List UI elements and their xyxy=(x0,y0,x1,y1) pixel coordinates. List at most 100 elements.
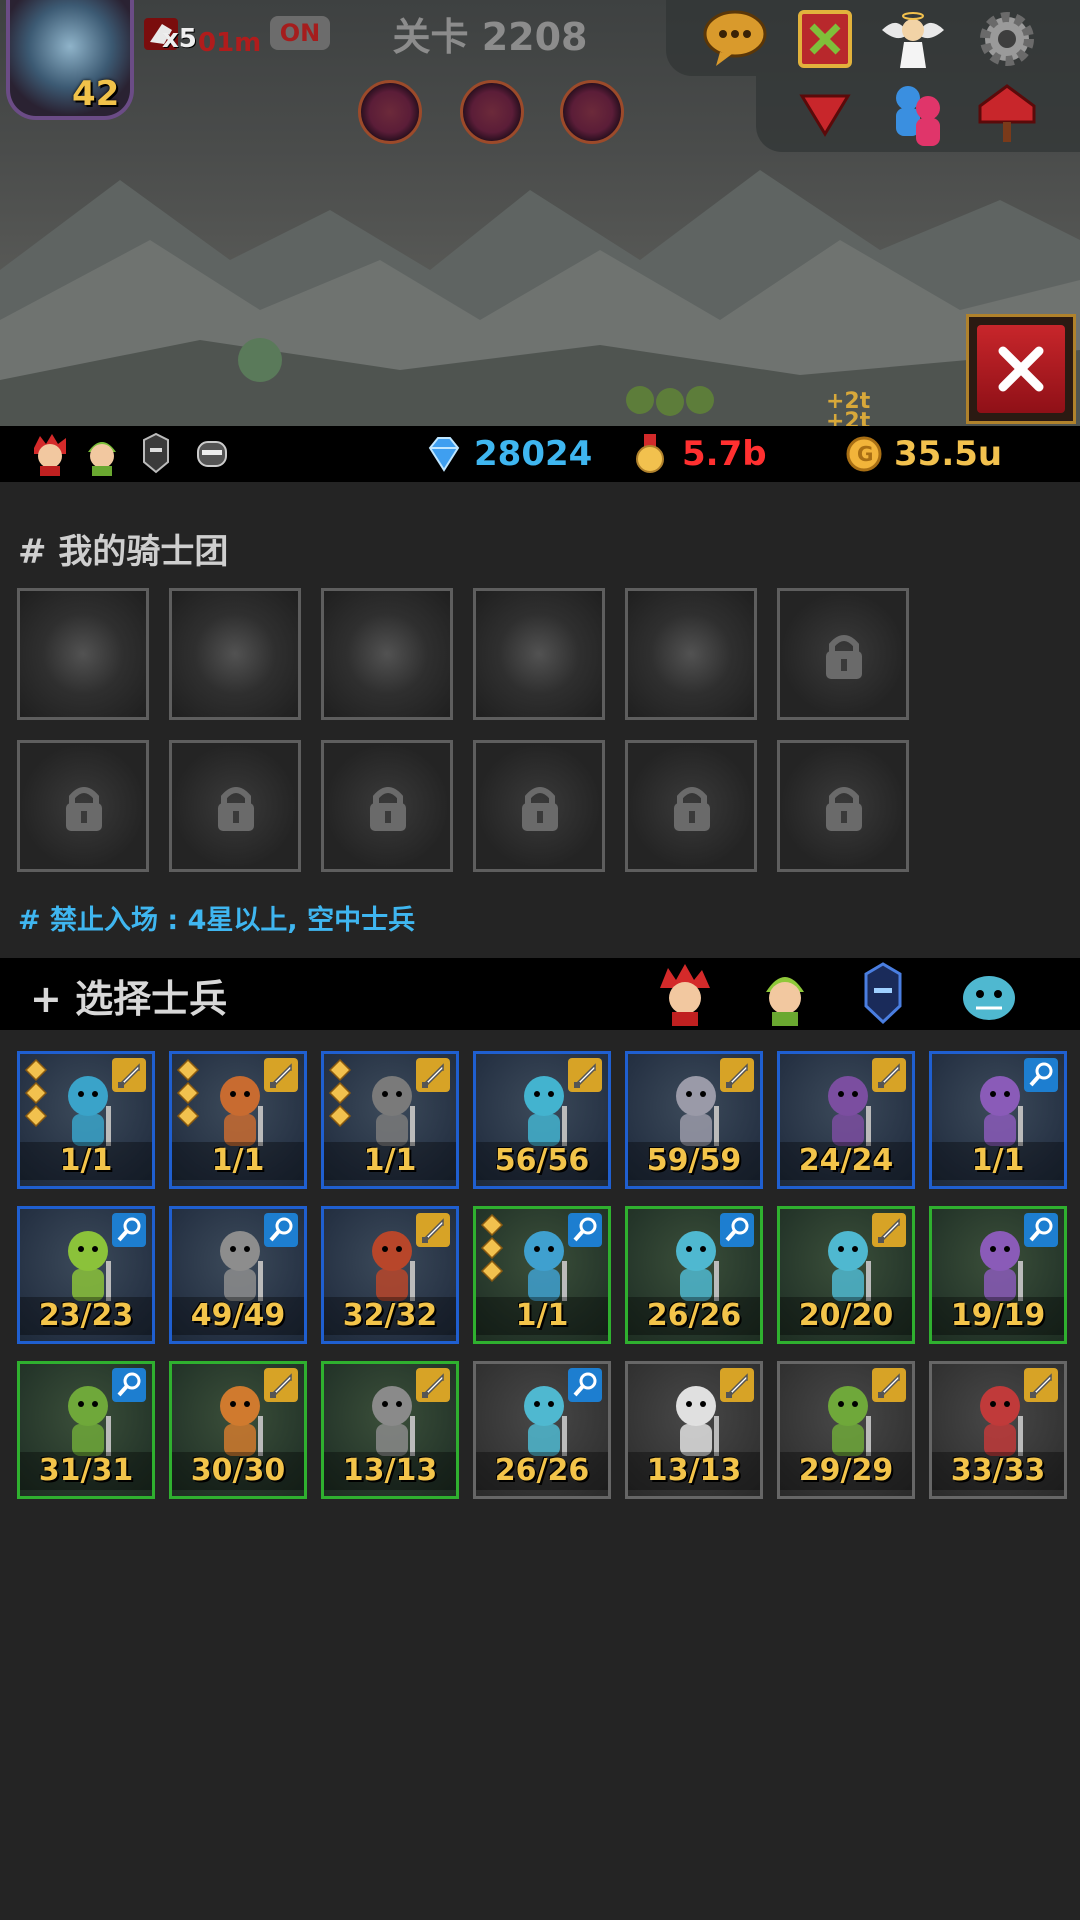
friends-icon[interactable] xyxy=(884,78,954,148)
sword-icon xyxy=(422,1373,444,1398)
soldier-card[interactable]: 1/1 xyxy=(169,1051,307,1189)
soldier-card[interactable]: 31/31 xyxy=(17,1361,155,1499)
auto-toggle[interactable]: ON xyxy=(270,16,330,50)
melee-type-badge xyxy=(568,1058,602,1092)
soldier-card[interactable]: 26/26 xyxy=(625,1206,763,1344)
filter-blue-monster-icon[interactable] xyxy=(956,962,1022,1026)
melee-type-badge xyxy=(720,1058,754,1092)
team-slot-empty[interactable] xyxy=(625,588,757,720)
star-rank-icon xyxy=(176,1058,200,1128)
gold-coin-icon: G xyxy=(846,436,882,472)
sword-icon xyxy=(726,1373,748,1398)
team-slot-locked[interactable] xyxy=(777,740,909,872)
wave-indicator xyxy=(560,80,624,144)
soldier-card[interactable]: 59/59 xyxy=(625,1051,763,1189)
team-slot-locked[interactable] xyxy=(17,740,149,872)
sword-icon xyxy=(726,1063,748,1088)
team-slot-empty[interactable] xyxy=(17,588,149,720)
team-slot-locked[interactable] xyxy=(321,740,453,872)
entry-restriction-text: # 禁止入场 : 4星以上, 空中士兵 xyxy=(18,905,416,936)
filter-green-hero-icon[interactable] xyxy=(752,962,818,1026)
soldier-card[interactable]: 30/30 xyxy=(169,1361,307,1499)
soldier-card[interactable]: 26/26 xyxy=(473,1361,611,1499)
gold-count: 35.5u xyxy=(894,434,1003,474)
soldier-card[interactable]: 32/32 xyxy=(321,1206,459,1344)
soldier-card[interactable]: 1/1 xyxy=(17,1051,155,1189)
star-rank-icon xyxy=(24,1058,48,1128)
soldier-count: 1/1 xyxy=(932,1142,1064,1180)
close-button[interactable] xyxy=(966,314,1076,424)
soldier-count: 13/13 xyxy=(324,1452,456,1490)
soldier-card[interactable]: 49/49 xyxy=(169,1206,307,1344)
mailbox-icon[interactable] xyxy=(972,76,1042,146)
team-slot-locked[interactable] xyxy=(625,740,757,872)
magic-type-badge xyxy=(1024,1213,1058,1247)
soldier-card[interactable]: 56/56 xyxy=(473,1051,611,1189)
team-slot-locked[interactable] xyxy=(473,740,605,872)
wave-indicator xyxy=(460,80,524,144)
soldier-count: 1/1 xyxy=(172,1142,304,1180)
soldier-count: 29/29 xyxy=(780,1452,912,1490)
soldier-count: 1/1 xyxy=(476,1297,608,1335)
angel-icon[interactable] xyxy=(878,4,948,74)
soldier-count: 32/32 xyxy=(324,1297,456,1335)
sword-icon xyxy=(878,1218,900,1243)
team-slot-empty[interactable] xyxy=(321,588,453,720)
magic-type-badge xyxy=(264,1213,298,1247)
team-slot-locked[interactable] xyxy=(777,588,909,720)
soldier-card[interactable]: 1/1 xyxy=(321,1051,459,1189)
team-section-title: # 我的骑士团 xyxy=(18,532,229,572)
guild-banner-icon[interactable] xyxy=(790,4,860,74)
soldier-card[interactable]: 23/23 xyxy=(17,1206,155,1344)
soldier-count: 33/33 xyxy=(932,1452,1064,1490)
star-rank-icon xyxy=(328,1058,352,1128)
gold-gain-float: +2t +2t xyxy=(826,389,871,427)
soldier-count: 26/26 xyxy=(628,1297,760,1335)
filter-red-hero-icon[interactable] xyxy=(652,962,718,1026)
settings-gear-icon[interactable] xyxy=(972,4,1042,74)
svg-text:G: G xyxy=(857,442,873,466)
melee-type-badge xyxy=(872,1213,906,1247)
soldier-card[interactable]: 1/1 xyxy=(473,1206,611,1344)
soldier-card[interactable]: 20/20 xyxy=(777,1206,915,1344)
melee-type-badge xyxy=(112,1058,146,1092)
lock-icon xyxy=(370,787,406,831)
robot-hero-icon[interactable] xyxy=(190,432,234,476)
lock-icon xyxy=(66,787,102,831)
soldier-card[interactable]: 33/33 xyxy=(929,1361,1067,1499)
sword-icon xyxy=(878,1373,900,1398)
red-hero-icon[interactable] xyxy=(28,432,72,476)
sword-icon xyxy=(422,1218,444,1243)
star-rank-icon xyxy=(480,1213,504,1283)
soldier-count: 24/24 xyxy=(780,1142,912,1180)
magic-staff-icon xyxy=(1029,1217,1053,1242)
gem-count: 28024 xyxy=(474,434,593,474)
green-hero-icon[interactable] xyxy=(80,432,124,476)
gem-icon xyxy=(428,437,460,472)
soldier-card[interactable]: 29/29 xyxy=(777,1361,915,1499)
close-icon xyxy=(998,346,1044,392)
boost-multiplier: x5 xyxy=(162,24,197,54)
sword-icon xyxy=(422,1063,444,1088)
magic-type-badge xyxy=(720,1213,754,1247)
soldier-count: 30/30 xyxy=(172,1452,304,1490)
soldier-count: 20/20 xyxy=(780,1297,912,1335)
chat-icon[interactable] xyxy=(700,2,770,72)
filter-dark-knight-icon[interactable] xyxy=(850,962,916,1026)
magic-staff-icon xyxy=(573,1217,597,1242)
team-slot-empty[interactable] xyxy=(473,588,605,720)
soldier-card[interactable]: 19/19 xyxy=(929,1206,1067,1344)
dark-knight-icon[interactable] xyxy=(134,432,178,476)
melee-type-badge xyxy=(872,1368,906,1402)
magic-type-badge xyxy=(112,1368,146,1402)
magic-staff-icon xyxy=(573,1372,597,1397)
team-slot-empty[interactable] xyxy=(169,588,301,720)
soldier-card[interactable]: 13/13 xyxy=(625,1361,763,1499)
lock-icon xyxy=(826,787,862,831)
soldier-count: 23/23 xyxy=(20,1297,152,1335)
soldier-card[interactable]: 1/1 xyxy=(929,1051,1067,1189)
soldier-card[interactable]: 24/24 xyxy=(777,1051,915,1189)
soldier-card[interactable]: 13/13 xyxy=(321,1361,459,1499)
dropdown-triangle-icon[interactable] xyxy=(790,78,860,148)
team-slot-locked[interactable] xyxy=(169,740,301,872)
